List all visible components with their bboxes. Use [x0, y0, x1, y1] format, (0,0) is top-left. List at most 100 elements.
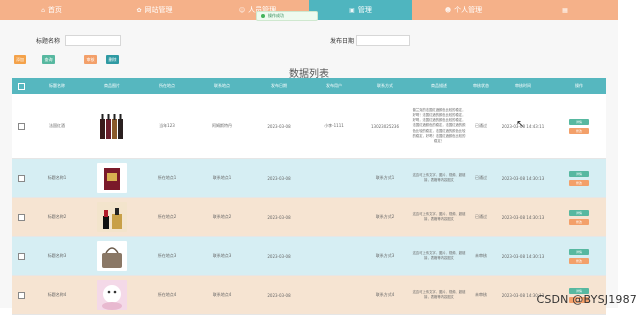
person-icon: ☻	[444, 6, 452, 14]
contact-location-cell: 联系地点4	[212, 292, 232, 297]
row-actions: 详情 修改	[554, 118, 604, 134]
column-header: 联系地点	[214, 83, 230, 88]
row-select-cell	[12, 213, 30, 221]
phone-cell: 联系方式2	[375, 214, 395, 219]
row-select-cell	[12, 122, 30, 130]
review-time-cell: 2023-03-08 14:30:13	[501, 175, 545, 181]
title-cell: 标题名称3	[47, 253, 67, 258]
settings-icon: ✿	[136, 6, 142, 14]
success-icon	[261, 14, 265, 18]
edit-button[interactable]: 修改	[569, 218, 589, 225]
nav-item-1[interactable]: ⌂ 首页	[0, 0, 103, 20]
search-button[interactable]: 查询	[42, 55, 55, 64]
toy-image	[97, 280, 127, 310]
column-header: 发布日期	[271, 83, 287, 88]
date-cell: 2023-03-08	[267, 253, 291, 259]
location-cell: 当年123	[159, 123, 175, 128]
watermark: CSDN @BYSJ1987	[536, 293, 637, 306]
title-label: 标题名称	[36, 38, 61, 45]
add-button[interactable]: 添加	[14, 55, 26, 64]
operations-cell: 详情 修改	[552, 209, 606, 225]
row-select-cell	[12, 291, 30, 299]
title-cell: 标题名称2	[47, 214, 67, 219]
delete-button[interactable]: 删除	[106, 55, 119, 64]
description-cell: 这边可上传文字、图片、视频、超链接，表格等内容图文	[412, 211, 466, 221]
select-all-checkbox[interactable]	[17, 82, 25, 90]
edit-button[interactable]: 修改	[569, 127, 589, 134]
nav-item-label: 个人管理	[454, 6, 483, 14]
location-cell: 所在地点4	[157, 292, 177, 297]
row-checkbox[interactable]	[17, 291, 25, 299]
image-cell	[84, 163, 140, 193]
contact-location-cell: 阿姆斯特丹	[212, 123, 232, 128]
nav-item-label: 首页	[47, 6, 62, 14]
column-header: 商品图片	[104, 83, 120, 88]
nav-item-label: 管理	[357, 6, 372, 14]
select-all-cell	[12, 82, 30, 90]
description-cell: 这边可上传文字、图片、视频、超链接，表格等内容图文	[412, 172, 466, 182]
edit-button[interactable]: 修改	[569, 257, 589, 264]
row-checkbox[interactable]	[17, 174, 25, 182]
title-cell: 法国红酒	[49, 123, 65, 128]
column-header: 操作	[575, 83, 583, 88]
view-button[interactable]: 详情	[569, 170, 589, 177]
row-select-cell	[12, 252, 30, 260]
success-toast: 操作成功	[256, 11, 318, 21]
user-cell: 小李-1111	[324, 123, 344, 128]
table-header: 标题名称 商品图片 所在地点 联系地点 发布日期 发布用户 联系方式 商品描述 审核状态 审核时间…	[12, 78, 606, 94]
title-cell: 标题名称4	[47, 292, 67, 297]
column-header: 审核状态	[473, 83, 489, 88]
view-button[interactable]: 详情	[569, 248, 589, 255]
date-label: 发布日期	[330, 38, 355, 45]
contact-location-cell: 联系地点3	[212, 253, 232, 258]
row-checkbox[interactable]	[17, 122, 25, 130]
date-cell: 2023-03-08	[267, 175, 291, 181]
handbag-image	[97, 241, 127, 271]
location-cell: 所在地点2	[157, 214, 177, 219]
view-button[interactable]: 详情	[569, 209, 589, 216]
title-cell: 标题名称1	[47, 175, 67, 180]
review-button[interactable]: 审核	[84, 55, 97, 64]
date-input[interactable]	[356, 35, 410, 46]
operations-cell: 详情 修改	[552, 248, 606, 264]
date-cell: 2023-03-08	[267, 292, 291, 298]
row-actions: 详情 修改	[554, 248, 604, 264]
review-time-cell: 2023-03-08 14:30:13	[501, 253, 545, 259]
nav-item-6[interactable]: ▦	[515, 0, 618, 20]
status-cell: 已通过	[475, 123, 487, 128]
wine-bottles-image	[97, 111, 127, 141]
phone-cell: 联系方式3	[375, 253, 395, 258]
phone-cell: 联系方式1	[375, 175, 395, 180]
description-cell: 这边可上传文字、图片、视频、超链接，表格等内容图文	[412, 250, 466, 260]
edit-button[interactable]: 修改	[569, 179, 589, 186]
location-cell: 所在地点3	[157, 253, 177, 258]
column-header: 所在地点	[159, 83, 175, 88]
column-header: 商品描述	[431, 83, 447, 88]
description-cell: 普兰克的法国红酒颜色比较的稳定，好喝！法国红酒的颜色比较的稳定，好喝，法国红酒的…	[412, 107, 466, 143]
row-actions: 详情 修改	[554, 170, 604, 186]
nav-item-4[interactable]: ▣ 管理	[309, 0, 412, 20]
status-cell: 未审核	[475, 253, 487, 258]
status-cell: 已通过	[475, 175, 487, 180]
date-cell: 2023-03-08	[267, 214, 291, 220]
nav-item-2[interactable]: ✿ 网站管理	[103, 0, 206, 20]
column-header: 审核时间	[515, 83, 531, 88]
nav-item-5[interactable]: ☻ 个人管理	[412, 0, 515, 20]
home-icon: ⌂	[41, 6, 45, 14]
phone-cell: 联系方式4	[375, 292, 395, 297]
column-header: 标题名称	[49, 83, 65, 88]
table-row: 标题名称4 所在地点4 联系地点4 2023-03-08 联系方式4 这边可上传文字、图片…	[12, 276, 606, 315]
row-checkbox[interactable]	[17, 213, 25, 221]
table-row: 标题名称1 所在地点1 联系地点1 2023-03-08 联系方式1 这边可上传文字、图片…	[12, 159, 606, 198]
phone-cell: 13023025236	[371, 123, 399, 129]
view-button[interactable]: 详情	[569, 118, 589, 125]
review-time-cell: 2023-03-08 14:30:13	[501, 214, 545, 220]
data-table: 标题名称 商品图片 所在地点 联系地点 发布日期 发布用户 联系方式 商品描述 审核状态 审核时间…	[12, 78, 606, 315]
lipstick-image	[97, 202, 127, 232]
row-checkbox[interactable]	[17, 252, 25, 260]
nav-item-label: 网站管理	[144, 6, 173, 14]
title-input[interactable]	[65, 35, 121, 46]
status-cell: 已通过	[475, 214, 487, 219]
table-row: 标题名称2 所在地点2 联系地点2 2023-03-08 联系方式2 这边可上传文字、图片…	[12, 198, 606, 237]
page-margin	[618, 0, 639, 308]
